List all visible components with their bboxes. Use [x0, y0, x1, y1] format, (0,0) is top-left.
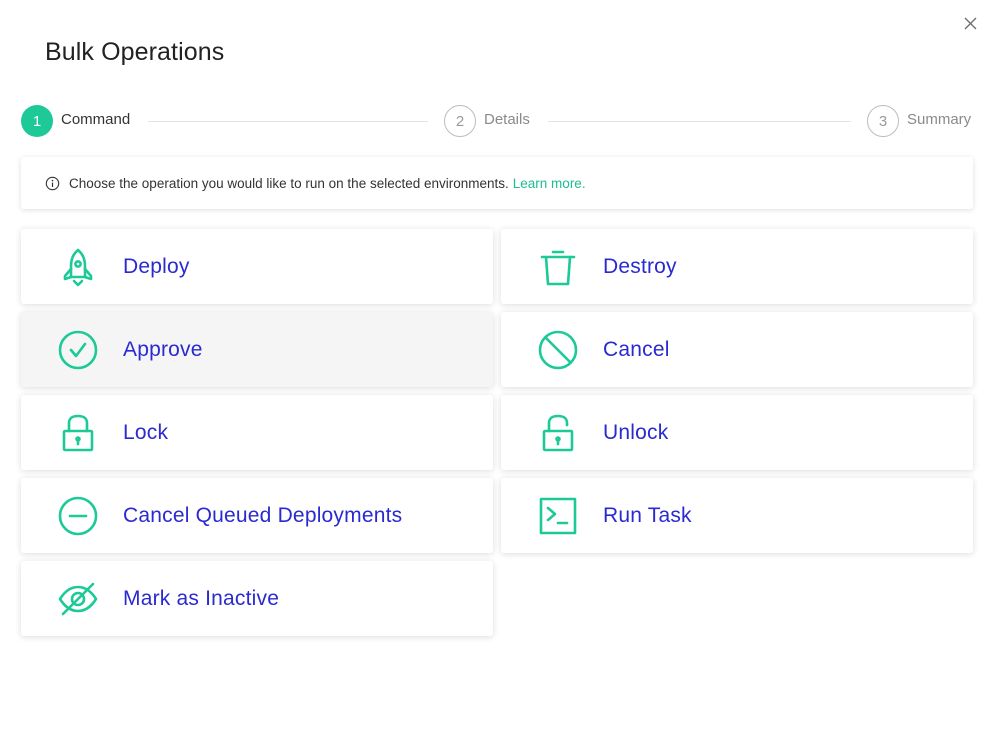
- check-circle-icon: [57, 329, 99, 371]
- terminal-icon: [537, 495, 579, 537]
- bulk-operations-modal: Bulk Operations 1 Command 2 Details 3 Su…: [0, 0, 993, 751]
- step-details: 2 Details: [444, 105, 530, 137]
- stepper: 1 Command 2 Details 3 Summary: [21, 105, 973, 137]
- operation-label: Destroy: [603, 254, 677, 278]
- rocket-icon: [57, 246, 99, 288]
- operation-label: Unlock: [603, 420, 669, 444]
- step-label: Command: [61, 110, 131, 128]
- step-number: 1: [21, 105, 53, 137]
- lock-icon: [57, 412, 99, 454]
- info-banner: Choose the operation you would like to r…: [21, 157, 973, 209]
- info-text: Choose the operation you would like to r…: [69, 175, 509, 191]
- operation-label: Cancel: [603, 337, 670, 361]
- step-connector: [148, 121, 428, 122]
- step-number: 3: [867, 105, 899, 137]
- eye-off-icon: [57, 578, 99, 620]
- operation-label: Cancel Queued Deployments: [123, 503, 403, 527]
- step-label: Details: [484, 110, 530, 128]
- prohibited-icon: [537, 329, 579, 371]
- operation-label: Approve: [123, 337, 203, 361]
- operation-unlock[interactable]: Unlock: [501, 395, 973, 470]
- operation-run-task[interactable]: Run Task: [501, 478, 973, 553]
- operation-cancel-queued-deployments[interactable]: Cancel Queued Deployments: [21, 478, 493, 553]
- operation-label: Run Task: [603, 503, 692, 527]
- operation-lock[interactable]: Lock: [21, 395, 493, 470]
- operation-mark-as-inactive[interactable]: Mark as Inactive: [21, 561, 493, 636]
- operation-cancel[interactable]: Cancel: [501, 312, 973, 387]
- operation-destroy[interactable]: Destroy: [501, 229, 973, 304]
- operation-label: Mark as Inactive: [123, 586, 280, 610]
- info-circle-icon: [45, 176, 60, 191]
- step-connector: [548, 121, 851, 122]
- step-label: Summary: [907, 110, 972, 128]
- learn-more-link[interactable]: Learn more.: [513, 176, 586, 191]
- modal-title: Bulk Operations: [45, 38, 225, 66]
- operation-deploy[interactable]: Deploy: [21, 229, 493, 304]
- operation-label: Lock: [123, 420, 169, 444]
- operation-label: Deploy: [123, 254, 190, 278]
- close-button[interactable]: [958, 11, 982, 35]
- unlock-icon: [537, 412, 579, 454]
- trash-icon: [537, 246, 579, 288]
- minus-circle-icon: [57, 495, 99, 537]
- operation-approve[interactable]: Approve: [21, 312, 493, 387]
- step-summary: 3 Summary: [867, 105, 971, 137]
- step-number: 2: [444, 105, 476, 137]
- step-command: 1 Command: [21, 105, 130, 137]
- close-icon: [964, 17, 976, 29]
